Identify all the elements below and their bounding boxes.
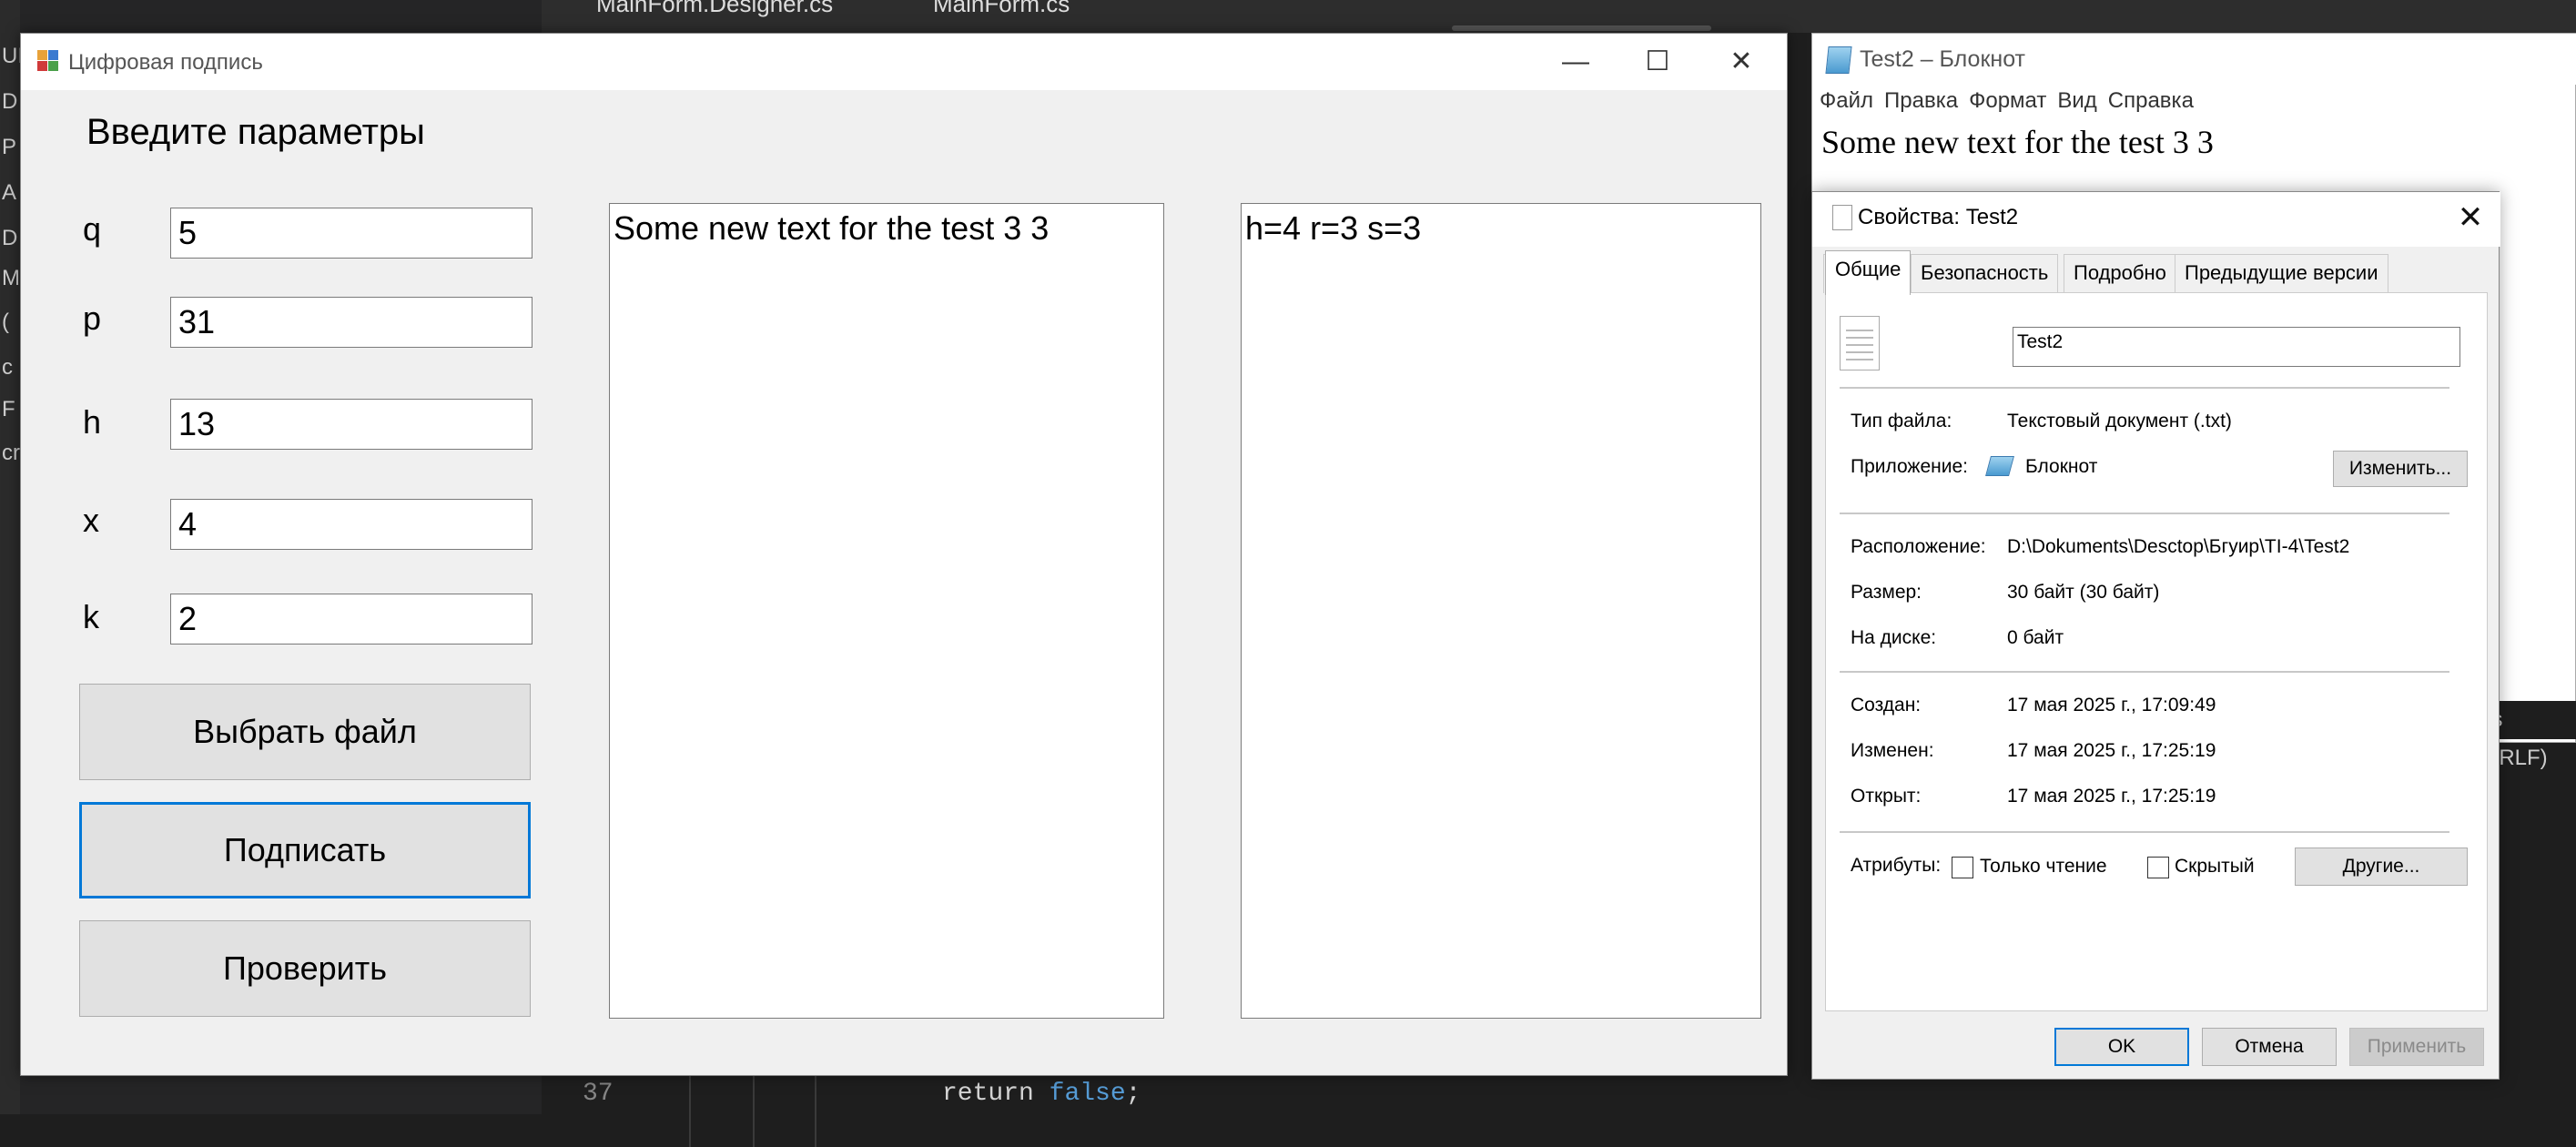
size-label: Размер:: [1851, 582, 1922, 603]
param-p-label: p: [83, 299, 102, 337]
param-h-input[interactable]: 13: [170, 399, 532, 450]
rail-glyph: M: [2, 266, 20, 290]
apply-button[interactable]: Применить: [2349, 1028, 2484, 1066]
rail-glyph: F: [2, 397, 15, 421]
notepad-menubar: Файл Правка Формат Вид Справка: [1812, 85, 2576, 117]
notepad-title: Test2 – Блокнот: [1860, 46, 2025, 72]
param-p-input[interactable]: 31: [170, 297, 532, 348]
param-q-label: q: [83, 210, 102, 248]
readonly-label: Только чтение: [1980, 856, 2107, 877]
main-titlebar[interactable]: Цифровая подпись — ☐ ✕: [21, 34, 1787, 90]
rail-glyph: A: [2, 180, 17, 205]
properties-dialog: Свойства: Test2 ✕ Общие Общие Безопаснос…: [1811, 191, 2500, 1080]
parameters-heading: Введите параметры: [86, 112, 425, 152]
cancel-button[interactable]: Отмена: [2202, 1028, 2337, 1066]
param-k-label: k: [83, 598, 99, 635]
close-icon[interactable]: ✕: [1701, 37, 1781, 88]
rail-glyph: P: [2, 135, 17, 159]
created-label: Создан:: [1851, 695, 1922, 716]
file-content-textbox[interactable]: Some new text for the test 3 3: [609, 203, 1164, 1019]
size-value: 30 байт (30 байт): [2007, 582, 2160, 603]
maximize-icon[interactable]: ☐: [1618, 37, 1698, 88]
sign-button[interactable]: Подписать: [79, 802, 531, 898]
menu-view[interactable]: Вид: [2057, 88, 2096, 113]
notepad-titlebar[interactable]: Test2 – Блокнот: [1812, 34, 2576, 85]
readonly-checkbox[interactable]: [1952, 857, 1973, 878]
modified-value: 17 мая 2025 г., 17:25:19: [2007, 740, 2216, 761]
opened-label: Открыт:: [1851, 786, 1922, 807]
rail-glyph: D: [2, 89, 18, 114]
separator: [1840, 513, 2449, 514]
code-line-number: 37: [583, 1080, 614, 1108]
ide-tab-mainform[interactable]: MainForm.cs: [933, 0, 1070, 31]
notepad-icon: [1825, 46, 1852, 74]
file-type-label: Тип файла:: [1851, 411, 1952, 431]
code-semicolon: ;: [1125, 1080, 1141, 1108]
notepad-text-area[interactable]: Some new text for the test 3 3: [1821, 123, 2214, 161]
hidden-checkbox[interactable]: [2147, 857, 2169, 878]
code-line: return false;: [942, 1080, 1141, 1108]
param-x-input[interactable]: 4: [170, 499, 532, 550]
param-q-input[interactable]: 5: [170, 208, 532, 259]
properties-titlebar[interactable]: Свойства: Test2 ✕: [1812, 192, 2500, 247]
other-attributes-button[interactable]: Другие...: [2295, 848, 2468, 886]
tab-security[interactable]: Безопасность: [1911, 254, 2059, 293]
ide-left-rail: UI D P A D M ( c F cr: [0, 0, 24, 1114]
created-value: 17 мая 2025 г., 17:09:49: [2007, 695, 2216, 716]
ondisk-label: На диске:: [1851, 627, 1937, 648]
rail-glyph: c: [2, 355, 13, 380]
code-keyword-false: false: [1049, 1080, 1126, 1108]
menu-edit[interactable]: Правка: [1884, 88, 1958, 113]
choose-file-button[interactable]: Выбрать файл: [79, 684, 531, 780]
rail-glyph: cr: [2, 441, 20, 465]
change-app-button[interactable]: Изменить...: [2333, 451, 2468, 487]
code-keyword-return: return: [942, 1080, 1034, 1108]
location-value: D:\Dokuments\Desctop\Бгуир\TI-4\Test2: [2007, 536, 2350, 557]
file-name-field[interactable]: Test2: [2013, 327, 2460, 367]
verify-button[interactable]: Проверить: [79, 920, 531, 1017]
menu-file[interactable]: Файл: [1820, 88, 1873, 113]
close-icon[interactable]: ✕: [2449, 198, 2491, 239]
menu-help[interactable]: Справка: [2108, 88, 2194, 113]
properties-title: Свойства: Test2: [1858, 205, 2019, 229]
hidden-label: Скрытый: [2175, 856, 2255, 877]
separator: [1840, 671, 2449, 673]
minimize-icon[interactable]: —: [1536, 37, 1616, 88]
file-icon: [1840, 316, 1880, 370]
tab-general-active[interactable]: Общие: [1825, 250, 1912, 295]
opened-value: 17 мая 2025 г., 17:25:19: [2007, 786, 2216, 807]
separator: [1840, 831, 2449, 833]
param-h-label: h: [83, 403, 102, 441]
ide-tab-designer[interactable]: MainForm.Designer.cs: [596, 0, 833, 31]
main-window-title: Цифровая подпись: [68, 50, 263, 75]
attributes-label: Атрибуты:: [1851, 855, 1942, 876]
separator: [1840, 387, 2449, 389]
menu-format[interactable]: Формат: [1969, 88, 2046, 113]
digital-signature-window: Цифровая подпись — ☐ ✕ Введите параметры…: [20, 33, 1788, 1076]
tab-details[interactable]: Подробно: [2064, 254, 2176, 293]
general-tab-page: [1825, 292, 2488, 1011]
app-icon: [37, 50, 59, 72]
tab-previous-versions[interactable]: Предыдущие версии: [2175, 254, 2388, 293]
param-x-label: x: [83, 502, 99, 539]
document-icon: [1832, 205, 1852, 230]
ondisk-value: 0 байт: [2007, 627, 2064, 648]
ide-active-tab-indicator: [1452, 25, 1711, 31]
param-k-input[interactable]: 2: [170, 594, 532, 645]
file-type-value: Текстовый документ (.txt): [2007, 411, 2232, 431]
rail-glyph: D: [2, 226, 18, 250]
signature-textbox[interactable]: h=4 r=3 s=3: [1241, 203, 1761, 1019]
ide-tab-bar: MainForm.Designer.cs MainForm.cs: [542, 0, 2576, 33]
app-label: Приложение:: [1851, 456, 1969, 477]
rail-glyph: (: [2, 310, 9, 334]
ok-button[interactable]: OK: [2054, 1028, 2189, 1066]
location-label: Расположение:: [1851, 536, 1986, 557]
modified-label: Изменен:: [1851, 740, 1934, 761]
app-value: Блокнот: [2025, 456, 2098, 477]
